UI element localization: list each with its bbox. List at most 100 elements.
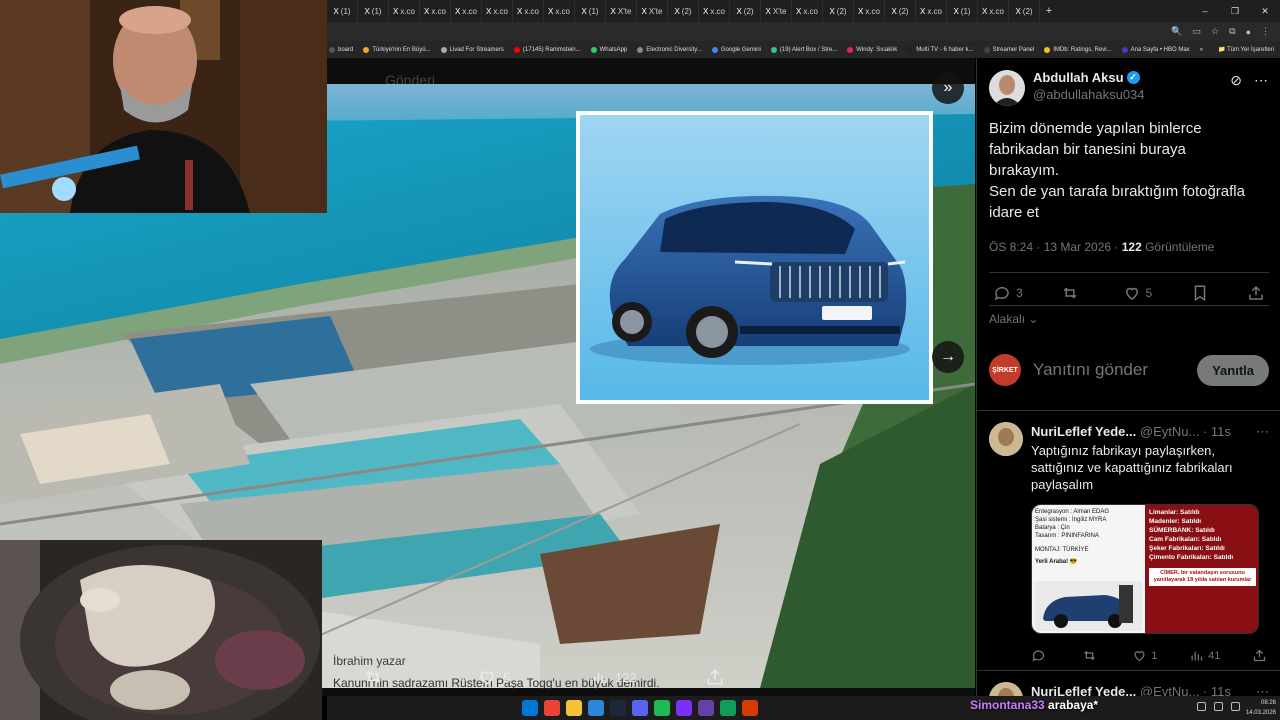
next-image-button[interactable]: → — [932, 341, 964, 373]
browser-tab[interactable]: Xx.co — [451, 0, 482, 22]
search-icon[interactable]: 🔍 — [1171, 26, 1182, 37]
bookmarks-overflow-button[interactable]: » — [1200, 47, 1203, 53]
reply-share-button[interactable] — [1252, 648, 1267, 663]
bookmark-item[interactable]: (19) Alert Box / Stre... — [770, 46, 837, 53]
volume-icon[interactable] — [1214, 702, 1223, 711]
browser-tab[interactable]: Xx.co — [699, 0, 730, 22]
taskbar-app-icon[interactable] — [566, 700, 582, 716]
browser-tab[interactable]: X X'te — [761, 0, 792, 22]
browser-tab[interactable]: X (1) — [947, 0, 978, 22]
reply-image[interactable]: Entegrasyon : Alman EDAG Şasi sistemi : … — [1031, 504, 1259, 634]
taskbar-app-icon[interactable] — [522, 700, 538, 716]
bookmark-button[interactable] — [1191, 284, 1209, 302]
reply-author-name[interactable]: NuriLeflef Yede... — [1031, 424, 1136, 439]
browser-tab[interactable]: X (2) — [730, 0, 761, 22]
more-options-icon[interactable]: ⋯ — [1256, 684, 1269, 696]
new-tab-button[interactable]: + — [1040, 5, 1058, 17]
tweet-timestamp[interactable]: ÖS 8:24 · 13 Mar 2026 · 122 Görüntüleme — [989, 240, 1214, 254]
media-repost-button[interactable] — [363, 667, 383, 687]
reply-like-button[interactable]: 1 — [1132, 648, 1157, 663]
browser-tab[interactable]: Xx.co — [916, 0, 947, 22]
close-window-button[interactable]: ✕ — [1250, 0, 1280, 22]
browser-tab[interactable]: Xx.co — [854, 0, 885, 22]
taskbar-app-icon[interactable] — [610, 700, 626, 716]
author-handle[interactable]: @abdullahaksu034 — [1033, 87, 1145, 102]
media-views-button[interactable]: 122 — [591, 668, 637, 686]
taskbar-app-icon[interactable] — [698, 700, 714, 716]
bookmark-item[interactable]: Google Gemini — [711, 46, 761, 53]
browser-tab[interactable]: X X'te — [637, 0, 668, 22]
taskbar-app-icon[interactable] — [654, 700, 670, 716]
taskbar-app-icon[interactable] — [632, 700, 648, 716]
author-avatar[interactable] — [989, 70, 1025, 106]
more-options-icon[interactable]: ⋯ — [1256, 424, 1269, 440]
browser-tab[interactable]: X (1) — [327, 0, 358, 22]
browser-tab[interactable]: X (2) — [823, 0, 854, 22]
author-name[interactable]: Abdullah Aksu — [1033, 70, 1124, 85]
bookmark-item[interactable]: Türkiye'nin En Büyü... — [363, 46, 431, 53]
more-options-icon[interactable]: ⋯ — [1254, 72, 1268, 89]
browser-tab[interactable]: X X'te — [606, 0, 637, 22]
browser-tab[interactable]: X (1) — [575, 0, 606, 22]
bookmark-item[interactable]: (17145) Rammstein... — [513, 46, 581, 53]
reply-avatar[interactable] — [989, 422, 1023, 456]
browser-tab[interactable]: Xx.co — [389, 0, 420, 22]
reply-reply-button[interactable] — [1031, 648, 1050, 663]
reply-author-name[interactable]: NuriLeflef Yede... — [1031, 684, 1136, 696]
reply-repost-button[interactable] — [1082, 648, 1101, 663]
browser-tab[interactable]: X (2) — [885, 0, 916, 22]
browser-tab[interactable]: Xx.co — [544, 0, 575, 22]
network-icon[interactable] — [1197, 702, 1206, 711]
reply-views-button[interactable]: 41 — [1189, 648, 1220, 663]
tweet-author[interactable]: Abdullah Aksu ✓ @abdullahaksu034 — [989, 70, 1145, 106]
browser-tab[interactable]: X (2) — [1009, 0, 1040, 22]
minimize-button[interactable]: – — [1190, 0, 1220, 22]
reply-button[interactable]: 3 — [993, 284, 1023, 302]
clock[interactable]: 08:26 14.03.2026 — [1246, 698, 1276, 718]
taskbar-app-icon[interactable] — [742, 700, 758, 716]
grok-icon[interactable]: ⊘ — [1230, 72, 1242, 89]
browser-tab[interactable]: Xx.co — [482, 0, 513, 22]
reply-avatar[interactable] — [989, 682, 1023, 696]
bookmark-item[interactable]: Electronic Diversity... — [637, 46, 702, 53]
reply-tweet[interactable]: NuriLeflef Yede... @EytNu... · 11s ⋯ — [989, 682, 1269, 696]
star-icon[interactable]: ☆ — [1211, 26, 1219, 37]
like-button[interactable]: 5 — [1123, 284, 1152, 302]
reply-submit-button[interactable]: Yanıtla — [1197, 354, 1269, 386]
media-share-button[interactable] — [705, 667, 725, 687]
browser-tab[interactable]: X (2) — [668, 0, 699, 22]
reply-input[interactable]: Yanıtını gönder — [1033, 360, 1148, 380]
browser-tab[interactable]: Xx.co — [420, 0, 451, 22]
taskbar-app-icon[interactable] — [720, 700, 736, 716]
bookmark-item[interactable]: Windy: Sıcaklık — [847, 46, 897, 53]
extensions-icon[interactable]: ⧉ — [1229, 26, 1235, 37]
taskbar-app-icon[interactable] — [676, 700, 692, 716]
taskbar-app-icon[interactable] — [588, 700, 604, 716]
taskbar-app-icon[interactable] — [544, 700, 560, 716]
bookmark-item[interactable]: Multi TV - 6 haber k... — [907, 46, 974, 53]
browser-tab[interactable]: X (1) — [358, 0, 389, 22]
battery-icon[interactable] — [1231, 702, 1240, 711]
menu-icon[interactable]: ⋮ — [1261, 26, 1270, 37]
profile-icon[interactable]: ● — [1246, 27, 1251, 37]
browser-tab[interactable]: Xx.co — [792, 0, 823, 22]
all-bookmarks-folder[interactable]: 📁 Tüm Yer İşaretleri — [1218, 46, 1280, 53]
repost-button[interactable] — [1061, 284, 1084, 302]
bookmark-item[interactable]: IMDb: Ratings, Revi... — [1044, 46, 1112, 53]
reply-author-handle[interactable]: @EytNu... · 11s — [1140, 424, 1231, 439]
bookmark-item[interactable]: Ana Sayfa • HBO Max — [1121, 46, 1190, 53]
browser-tab[interactable]: Xx.co — [978, 0, 1009, 22]
bookmark-item[interactable]: Livad For Streamers — [440, 46, 504, 53]
reply-author-handle[interactable]: @EytNu... · 11s — [1140, 684, 1231, 696]
bookmark-item[interactable]: WhatsApp — [590, 46, 627, 53]
bookmark-item[interactable]: board — [329, 46, 353, 53]
cast-icon[interactable]: ▭ — [1193, 26, 1202, 37]
share-button[interactable] — [1247, 284, 1265, 302]
browser-tab[interactable]: Xx.co — [513, 0, 544, 22]
reply-tweet[interactable]: NuriLeflef Yede... @EytNu... · 11s ⋯ Yap… — [989, 422, 1269, 668]
maximize-button[interactable]: ❐ — [1220, 0, 1250, 22]
bookmark-item[interactable]: Streamer Panel — [983, 46, 1034, 53]
sort-relevance-dropdown[interactable]: Alakalı ⌄ — [989, 312, 1038, 326]
expand-panel-button[interactable]: » — [932, 72, 964, 104]
media-like-button[interactable]: 5 — [477, 667, 510, 687]
